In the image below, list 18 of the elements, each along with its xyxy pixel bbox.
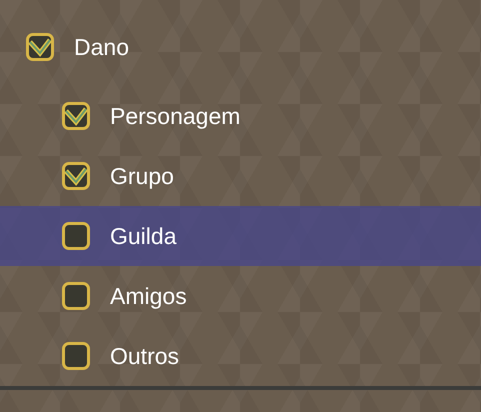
item-label: Dano: [74, 34, 129, 60]
tree-item[interactable]: Amigos: [0, 266, 481, 326]
checkbox[interactable]: [62, 222, 90, 250]
item-label: Personagem: [110, 102, 240, 130]
item-label: Guilda: [110, 222, 176, 250]
checkbox[interactable]: [62, 102, 90, 130]
checkbox[interactable]: [62, 342, 90, 370]
checkbox[interactable]: [26, 33, 54, 61]
tree-item[interactable]: Grupo: [0, 146, 481, 206]
tree-item[interactable]: Personagem: [0, 86, 481, 146]
tree-item[interactable]: Guilda: [0, 206, 481, 266]
tree-item[interactable]: Dano: [0, 17, 481, 77]
item-label: Outros: [110, 342, 180, 370]
checkbox[interactable]: [62, 162, 90, 190]
item-label: Grupo: [110, 162, 174, 190]
checkbox[interactable]: [62, 282, 90, 310]
item-label: Amigos: [110, 282, 187, 310]
tree-item[interactable]: Outros: [0, 326, 481, 386]
